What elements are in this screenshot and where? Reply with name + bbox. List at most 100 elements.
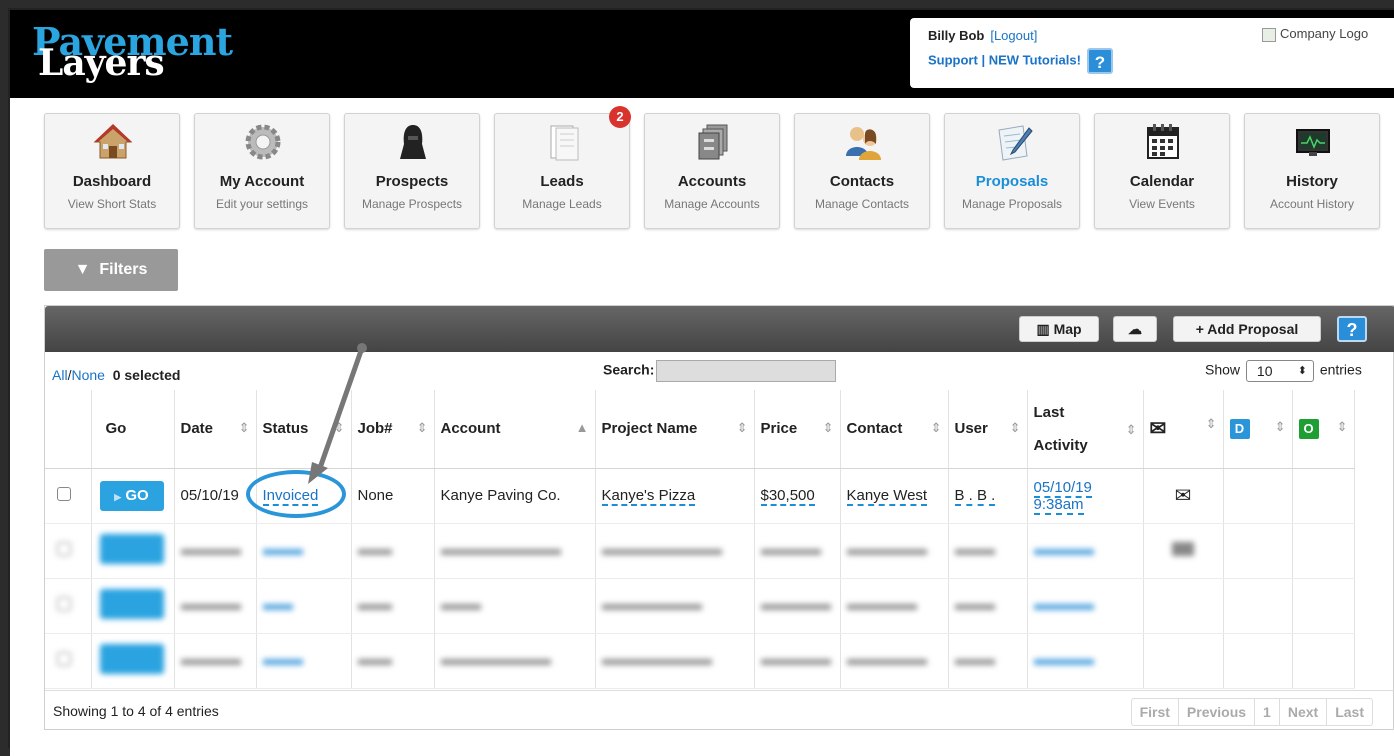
search-input[interactable]	[656, 360, 837, 382]
redacted-bar	[601, 549, 722, 555]
nav-my-account[interactable]: My Account Edit your settings	[194, 113, 330, 229]
nav-contacts[interactable]: Contacts Manage Contacts	[794, 113, 930, 229]
email-cell: ✉	[1143, 468, 1224, 524]
nav-prospects[interactable]: Prospects Manage Prospects	[344, 113, 480, 229]
job-cell: None	[351, 468, 435, 524]
table-row-blurred	[45, 578, 1355, 634]
col-user[interactable]: User ⇕	[948, 390, 1028, 469]
next-page-button[interactable]: Next	[1278, 699, 1326, 725]
col-label: Go	[105, 420, 127, 438]
show-label: Show	[1205, 361, 1241, 378]
filters-button[interactable]: ▼ Filters	[44, 249, 178, 291]
blurred-cell	[754, 633, 841, 689]
o-badge: O	[1298, 418, 1319, 439]
blurred-cell	[595, 578, 755, 634]
col-contact[interactable]: Contact ⇕	[840, 390, 949, 469]
nav-title: Accounts	[677, 173, 747, 190]
blurred-cell	[174, 523, 257, 579]
people-icon	[846, 127, 881, 160]
nav-subtitle: View Events	[1129, 197, 1195, 211]
row-checkbox[interactable]	[57, 596, 71, 611]
person-hood-icon	[400, 125, 426, 159]
row-checkbox[interactable]	[57, 651, 71, 666]
activity-cell: 05/10/19 9:38am	[1027, 468, 1144, 524]
nav-title: Prospects	[375, 173, 449, 190]
nav-subtitle: Manage Contacts	[814, 197, 910, 211]
project-link[interactable]: Kanye's Pizza	[601, 487, 696, 506]
map-label: Map	[1053, 321, 1082, 337]
row-select-cell	[45, 578, 92, 634]
filters-label: Filters	[99, 261, 148, 278]
download-button[interactable]: ☁	[1113, 316, 1157, 342]
previous-page-button[interactable]: Previous	[1177, 699, 1254, 725]
col-go[interactable]: Go	[91, 390, 175, 469]
map-icon: ▥	[1036, 321, 1050, 337]
o-cell	[1292, 468, 1355, 524]
select-all-link[interactable]: All	[52, 367, 68, 383]
redacted-bar	[601, 659, 712, 665]
user-link[interactable]: B . B .	[954, 487, 996, 506]
last-page-button[interactable]: Last	[1326, 699, 1372, 725]
select-none-link[interactable]: None	[71, 367, 104, 383]
col-job[interactable]: Job# ⇕	[351, 390, 435, 469]
nav-proposals[interactable]: Proposals Manage Proposals	[944, 113, 1080, 229]
row-checkbox[interactable]	[57, 541, 71, 556]
blurred-cell	[840, 578, 949, 634]
page-size-select[interactable]: 10 ⬍	[1245, 360, 1314, 382]
pavement-layers-logo[interactable]: Pavement Layers	[32, 22, 272, 92]
col-account[interactable]: Account ▲	[434, 390, 596, 469]
blurred-cell	[174, 633, 257, 689]
go-button[interactable]	[99, 533, 164, 564]
page-1-button[interactable]: 1	[1254, 699, 1279, 725]
col-date[interactable]: Date ⇕	[174, 390, 257, 469]
envelope-icon[interactable]: ✉	[1175, 485, 1192, 507]
header-help-button[interactable]: ?	[1086, 48, 1113, 74]
blurred-cell	[948, 523, 1028, 579]
blurred-cell	[1292, 523, 1355, 579]
blurred-cell	[1027, 633, 1144, 689]
row-checkbox[interactable]	[57, 486, 71, 501]
col-project-name[interactable]: Project Name ⇕	[595, 390, 755, 469]
activity-time-link[interactable]: 9:38am	[1033, 495, 1084, 515]
support-link[interactable]: Support	[928, 52, 978, 67]
activity-date-link[interactable]: 05/10/19	[1033, 478, 1092, 498]
user-cell: B . B .	[948, 468, 1028, 524]
leads-count-badge: 2	[609, 106, 631, 128]
col-o[interactable]: O ⇕	[1292, 390, 1355, 469]
go-button[interactable]	[99, 588, 164, 619]
envelope-icon: ✉	[1149, 418, 1167, 441]
nav-accounts[interactable]: Accounts Manage Accounts	[644, 113, 780, 229]
house-icon	[93, 124, 133, 159]
logout-link[interactable]: [Logout]	[990, 28, 1037, 43]
col-status[interactable]: Status ⇕	[256, 390, 352, 469]
filter-icon: ▼	[74, 261, 91, 278]
table-controls: All/None 0 selected Search: Show 10 ⬍ ent…	[45, 352, 1394, 390]
nav-calendar[interactable]: Calendar View Events	[1094, 113, 1230, 229]
nav-leads[interactable]: Leads Manage Leads 2	[494, 106, 631, 229]
blurred-cell	[351, 523, 435, 579]
col-price[interactable]: Price ⇕	[754, 390, 841, 469]
company-logo: Company Logo	[1262, 26, 1368, 42]
col-label: Contact	[846, 420, 903, 438]
nav-dashboard[interactable]: Dashboard View Short Stats	[44, 113, 180, 229]
account-cell: Kanye Paving Co.	[434, 468, 596, 524]
go-button[interactable]	[99, 643, 164, 674]
nav-subtitle: Account History	[1269, 197, 1355, 211]
col-d[interactable]: D ⇕	[1223, 390, 1293, 469]
price-link[interactable]: $30,500	[760, 487, 815, 506]
redacted-bar	[357, 549, 392, 555]
file-cabinet-icon	[698, 124, 728, 160]
first-page-button[interactable]: First	[1132, 699, 1178, 725]
panel-help-button[interactable]: ?	[1337, 316, 1367, 342]
tutorials-link[interactable]: NEW Tutorials!	[989, 52, 1081, 67]
contact-link[interactable]: Kanye West	[846, 487, 928, 506]
documents-icon	[550, 125, 579, 161]
go-button[interactable]: ▶ GO	[99, 480, 164, 511]
nav-history[interactable]: History Account History	[1244, 113, 1380, 229]
add-proposal-button[interactable]: + Add Proposal	[1173, 316, 1321, 342]
map-button[interactable]: ▥ Map	[1019, 316, 1099, 342]
col-last-activity[interactable]: ⇕ Last Activity	[1027, 390, 1144, 469]
redacted-bar	[262, 604, 293, 610]
calendar-icon	[1147, 124, 1179, 159]
col-email[interactable]: ✉ ⇕	[1143, 390, 1224, 469]
